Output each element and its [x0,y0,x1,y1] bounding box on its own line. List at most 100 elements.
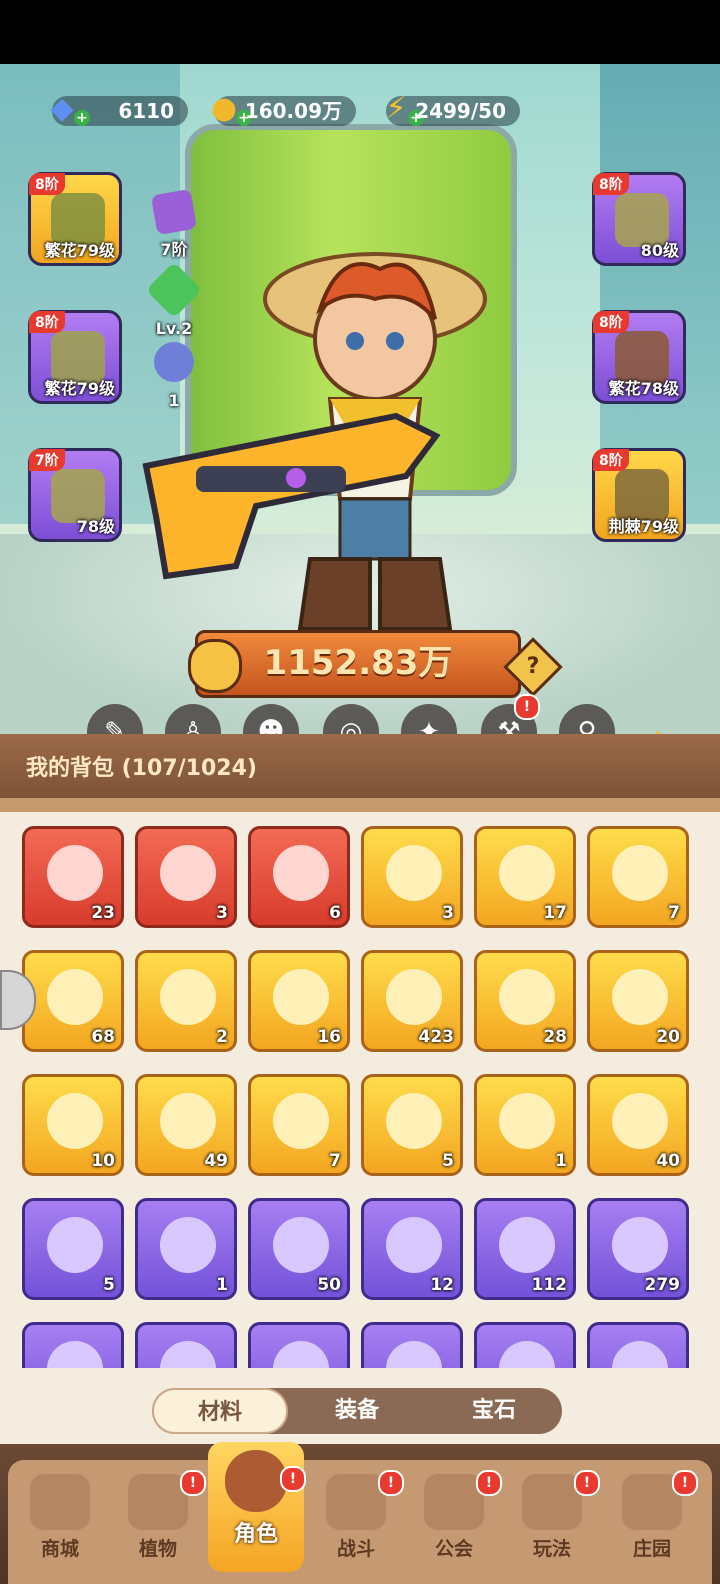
diamond-value: 6110 [118,99,174,123]
nav-label: 公会 [434,1538,473,1560]
inventory-item[interactable] [361,1322,463,1368]
silver-key-icon [160,1217,216,1273]
nav-label: 玩法 [532,1538,571,1560]
energy-counter[interactable]: ⚡ + 2499/50 [385,94,520,126]
tier-badge: 8阶 [593,311,629,333]
green-scroll-icon [499,1217,555,1273]
inventory-item[interactable]: 49 [135,1074,237,1176]
inventory-item[interactable]: 20 [587,950,689,1052]
backpack-panel: 我的背包 (107/1024) 23 3 6 3 17 7 68 2 16 423 28 20 10 49… [0,734,720,1444]
inventory-item[interactable]: 279 [587,1198,689,1300]
green-capsule-icon [273,845,329,901]
nav-character[interactable]: 角色 ! [208,1442,306,1572]
tab-talent[interactable]: ✦ 天赋 [390,704,468,734]
costume-icon: ♙ [165,704,221,734]
backpack-divider [0,798,720,812]
talent-icon: ✦ [401,704,457,734]
inventory-item[interactable]: 6 [248,826,350,928]
alert-badge: ! [672,1470,698,1496]
category-equipment[interactable]: 装备 [289,1388,425,1434]
nav-gameplay[interactable]: 玩法 ! [504,1464,600,1568]
pet-box-icon [150,188,198,236]
inventory-item[interactable]: 3 [135,826,237,928]
inventory-item[interactable]: 5 [361,1074,463,1176]
equip-slot-hat[interactable]: 8阶 繁花79级 [28,172,122,266]
inventory-item[interactable] [474,1322,576,1368]
inventory-item[interactable]: 3 [361,826,463,928]
item-count: 5 [442,1151,454,1171]
honey-jar-icon [273,1093,329,1149]
tab-physique[interactable]: ♀ 体魄 [548,704,626,734]
add-diamond-button[interactable]: + [74,110,90,126]
nav-manor[interactable]: 庄园 ! [604,1464,700,1568]
category-gems[interactable]: 宝石 [426,1388,562,1434]
inventory-item[interactable] [587,1322,689,1368]
item-count: 1 [555,1151,567,1171]
nav-battle[interactable]: 战斗 ! [308,1464,404,1568]
inventory-item[interactable]: 1 [135,1198,237,1300]
inventory-item[interactable]: 423 [361,950,463,1052]
inventory-item[interactable]: 23 [22,826,124,928]
star-charm-icon [612,1093,668,1149]
item-count: 3 [442,903,454,923]
owl-puzzle-icon [386,1093,442,1149]
category-materials[interactable]: 材料 [152,1388,288,1434]
tab-weapon[interactable]: ✎ 武器 [76,704,154,734]
item-count: 16 [317,1027,341,1047]
pet-icon: ☻ [243,704,299,734]
tab-decoration[interactable]: ◎ 装饰 [312,704,390,734]
tab-pet[interactable]: ☻ 宠物 [232,704,310,734]
inventory-item[interactable] [248,1322,350,1368]
item-count: 10 [91,1151,115,1171]
item-count: 49 [204,1151,228,1171]
golden-seed-icon [160,969,216,1025]
green-key-icon [612,845,668,901]
tab-equipment[interactable]: ⚒ 装备 ! [470,694,548,734]
inventory-item[interactable] [135,1322,237,1368]
inventory-item[interactable]: 68 [22,950,124,1052]
inventory-item[interactable]: 7 [248,1074,350,1176]
inventory-item[interactable]: 10 [22,1074,124,1176]
diamond-counter[interactable]: ◆ + 6110 [50,94,188,126]
mask-icon: ◎ [323,704,379,734]
item-count: 50 [317,1275,341,1295]
nav-shop[interactable]: 商城 [12,1464,108,1568]
equip-slot-boots[interactable]: 8阶 荆棘79级 [592,448,686,542]
inventory-item[interactable]: 17 [474,826,576,928]
character-icon [225,1450,287,1512]
partial-item-icon [160,1341,216,1368]
tier-badge: 7阶 [29,449,65,471]
inventory-item[interactable]: 5 [22,1198,124,1300]
item-count: 1 [216,1275,228,1295]
inventory-item[interactable]: 7 [587,826,689,928]
item-count: 68 [91,1027,115,1047]
item-count: 23 [91,903,115,923]
nav-guild[interactable]: 公会 ! [406,1464,502,1568]
inventory-item[interactable] [22,1322,124,1368]
plant-icon [128,1474,188,1530]
pet-box-slot[interactable]: 7阶 [146,184,202,259]
ore-nugget-icon [499,969,555,1025]
inventory-item[interactable]: 112 [474,1198,576,1300]
inventory-item[interactable]: 12 [361,1198,463,1300]
tab-costume[interactable]: ♙ 时装 [154,704,232,734]
inventory-item[interactable]: 2 [135,950,237,1052]
red-key-icon [499,845,555,901]
equip-slot-jacket[interactable]: 8阶 80级 [592,172,686,266]
item-count: 7 [668,903,680,923]
inventory-item[interactable]: 1 [474,1074,576,1176]
inventory-item[interactable]: 16 [248,950,350,1052]
orb-slot[interactable]: 1 [146,334,202,410]
inventory-item[interactable]: 40 [587,1074,689,1176]
nav-plants[interactable]: 植物 ! [110,1464,206,1568]
equip-slot-shorts[interactable]: 7阶 78级 [28,448,122,542]
equip-slot-belt[interactable]: 8阶 繁花78级 [592,310,686,404]
equip-slot-gloves[interactable]: 8阶 繁花79级 [28,310,122,404]
alert-badge: ! [476,1470,502,1496]
gem-slot[interactable]: Lv.2 [145,261,203,338]
coin-counter[interactable]: ● + 160.09万 [211,94,356,126]
inventory-item[interactable]: 28 [474,950,576,1052]
chevron-right-icon[interactable]: › [652,716,696,734]
inventory-item[interactable]: 50 [248,1198,350,1300]
blue-leaf-icon [386,1217,442,1273]
